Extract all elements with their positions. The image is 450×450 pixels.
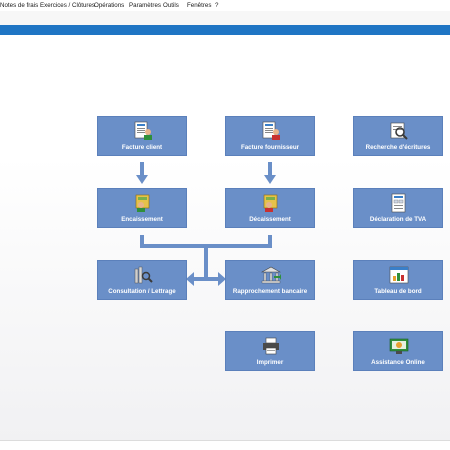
status-area — [0, 440, 450, 450]
tile-label: Facture client — [121, 144, 163, 151]
arrow-head-fournisseur — [264, 175, 276, 184]
dashboard-icon — [389, 266, 409, 284]
tile-label: Rapprochement bancaire — [232, 288, 308, 295]
consultation-icon — [134, 266, 153, 284]
tile-declaration-tva[interactable]: Déclaration de TVA — [353, 188, 443, 228]
tile-decaissement[interactable]: Décaissement — [225, 188, 315, 228]
invoice-supplier-icon — [262, 121, 280, 140]
cash-in-icon — [135, 194, 150, 212]
tile-assistance-online[interactable]: Assistance Online — [353, 331, 443, 371]
tile-label: Imprimer — [256, 359, 284, 366]
printer-icon — [263, 337, 279, 355]
split-horizontal — [194, 277, 218, 281]
cash-out-icon — [263, 194, 278, 212]
tile-label: Décaissement — [249, 216, 291, 223]
vat-declaration-icon — [391, 193, 406, 213]
tile-facture-fournisseur[interactable]: Facture fournisseur — [225, 116, 315, 156]
arrow-head-left — [186, 272, 194, 286]
tile-label: Tableau de bord — [374, 288, 422, 295]
tile-label: Recherche d'écritures — [365, 144, 431, 151]
arrow-shaft-fournisseur — [268, 162, 272, 176]
merge-center-down — [204, 246, 208, 278]
tile-consultation-lettrage[interactable]: Consultation / Lettrage — [97, 260, 187, 300]
tile-label: Consultation / Lettrage — [108, 288, 176, 295]
tile-tableau-de-bord[interactable]: Tableau de bord — [353, 260, 443, 300]
tile-encaissement[interactable]: Encaissement — [97, 188, 187, 228]
invoice-client-icon — [134, 121, 152, 140]
tile-recherche-ecritures[interactable]: Recherche d'écritures — [353, 116, 443, 156]
bank-icon — [261, 266, 281, 284]
tile-rapprochement-bancaire[interactable]: Rapprochement bancaire — [225, 260, 315, 300]
tile-label: Facture fournisseur — [240, 144, 300, 151]
tile-facture-client[interactable]: Facture client — [97, 116, 187, 156]
search-entries-icon — [390, 122, 408, 140]
tile-label: Encaissement — [121, 216, 163, 223]
tile-label: Assistance Online — [371, 359, 425, 366]
arrow-head-client — [136, 175, 148, 184]
online-assistance-icon — [389, 338, 409, 354]
tile-label: Déclaration de TVA — [369, 216, 427, 223]
tile-imprimer[interactable]: Imprimer — [225, 331, 315, 371]
arrow-shaft-client — [140, 162, 144, 176]
